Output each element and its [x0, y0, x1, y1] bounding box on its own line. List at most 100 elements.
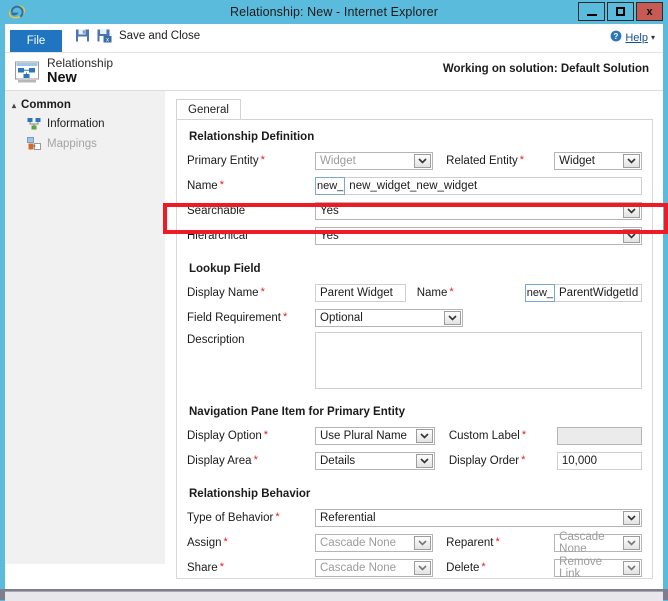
help-button[interactable]: ? Help ▾: [610, 30, 655, 45]
delete-select[interactable]: Remove Link: [554, 559, 642, 577]
lookup-name-group: new_ ParentWidgetId: [525, 284, 642, 302]
lookup-name-input[interactable]: ParentWidgetId: [555, 284, 642, 302]
share-value: Cascade None: [320, 562, 396, 574]
label-display-name: Display Name*: [187, 287, 315, 299]
maximize-icon: [616, 7, 625, 16]
save-and-close-icon[interactable]: x: [97, 28, 112, 43]
display-area-select[interactable]: Details: [315, 452, 435, 470]
assign-select[interactable]: Cascade None: [315, 534, 433, 552]
display-option-value: Use Plural Name: [320, 430, 407, 442]
label-display-order: Display Order*: [449, 455, 557, 467]
chevron-down-icon[interactable]: ▾: [651, 33, 655, 42]
help-icon: ?: [610, 30, 622, 45]
searchable-select[interactable]: Yes: [315, 202, 642, 220]
section-title-lookup-field: Lookup Field: [189, 263, 642, 275]
label-searchable: Searchable: [187, 205, 315, 217]
required-marker: *: [220, 179, 224, 191]
delete-value: Remove Link: [559, 556, 619, 579]
required-marker: *: [521, 454, 525, 466]
sidebar-item-label: Information: [47, 118, 105, 130]
maximize-button[interactable]: [607, 2, 634, 21]
chevron-down-icon[interactable]: [444, 311, 461, 325]
custom-label-input[interactable]: [557, 427, 642, 445]
solution-context-label: Working on solution: Default Solution: [443, 63, 649, 75]
primary-entity-select[interactable]: Widget: [315, 152, 433, 170]
label-description: Description: [187, 332, 315, 346]
relationship-entity-icon: [14, 59, 40, 85]
sidebar-item-information[interactable]: Information: [27, 117, 165, 131]
section-title-navigation-pane: Navigation Pane Item for Primary Entity: [189, 406, 642, 418]
chevron-down-icon[interactable]: [414, 561, 431, 575]
label-custom-label: Custom Label*: [449, 430, 557, 442]
related-entity-select[interactable]: Widget: [554, 152, 642, 170]
label-delete: Delete*: [446, 562, 554, 574]
label-field-requirement: Field Requirement*: [187, 312, 315, 324]
chevron-down-icon: ▴: [12, 101, 16, 110]
chevron-down-icon[interactable]: [623, 561, 640, 575]
label-related-entity: Related Entity*: [446, 155, 554, 167]
relationship-name-input[interactable]: new_widget_new_widget: [345, 177, 642, 195]
sidebar-group-common[interactable]: ▴ Common: [12, 99, 165, 111]
searchable-value: Yes: [320, 205, 339, 217]
svg-text:?: ?: [614, 32, 619, 41]
save-and-close-label[interactable]: Save and Close: [119, 30, 200, 42]
chevron-down-icon[interactable]: [623, 154, 640, 168]
file-tab[interactable]: File: [10, 30, 62, 52]
description-textarea[interactable]: [315, 332, 642, 389]
title-bar: Relationship: New - Internet Explorer x: [0, 0, 668, 24]
relationship-name-prefix: new_: [315, 177, 345, 195]
reparent-select[interactable]: Cascade None: [554, 534, 642, 552]
chevron-down-icon[interactable]: [623, 204, 640, 218]
minimize-button[interactable]: [578, 2, 605, 21]
relationship-icon: [27, 117, 41, 131]
svg-text:x: x: [106, 37, 109, 43]
help-label[interactable]: Help: [625, 32, 648, 44]
chevron-down-icon[interactable]: [416, 429, 433, 443]
tab-general[interactable]: General: [176, 99, 241, 119]
reparent-value: Cascade None: [559, 531, 619, 555]
row-type-of-behavior: Type of Behavior* Referential: [187, 507, 642, 529]
row-share-delete: Share* Cascade None Delete*: [187, 557, 642, 579]
type-of-behavior-value: Referential: [320, 512, 376, 524]
chevron-down-icon[interactable]: [416, 454, 433, 468]
display-name-input[interactable]: Parent Widget: [315, 284, 406, 302]
chevron-down-icon[interactable]: [414, 154, 431, 168]
save-icon[interactable]: [75, 28, 90, 43]
relationship-name-group: new_ new_widget_new_widget: [315, 177, 642, 195]
label-reparent: Reparent*: [446, 537, 554, 549]
row-assign-reparent: Assign* Cascade None Reparent*: [187, 532, 642, 554]
display-option-select[interactable]: Use Plural Name: [315, 427, 435, 445]
field-requirement-select[interactable]: Optional: [315, 309, 463, 327]
label-display-option: Display Option*: [187, 430, 315, 442]
sidebar-item-label: Mappings: [47, 138, 97, 150]
close-button[interactable]: x: [636, 2, 663, 21]
required-marker: *: [481, 561, 485, 573]
page-title: New: [47, 70, 77, 86]
chevron-down-icon[interactable]: [414, 536, 431, 550]
section-title-relationship-definition: Relationship Definition: [189, 131, 642, 143]
chevron-down-icon[interactable]: [623, 511, 640, 525]
label-hierarchical: Hierarchical: [187, 230, 315, 242]
hierarchical-value: Yes: [320, 230, 339, 242]
hierarchical-select[interactable]: Yes: [315, 227, 642, 245]
share-select[interactable]: Cascade None: [315, 559, 433, 577]
label-lookup-name: Name*: [417, 287, 525, 299]
section-title-relationship-behavior: Relationship Behavior: [189, 488, 642, 500]
required-marker: *: [495, 536, 499, 548]
internet-explorer-icon: [8, 3, 26, 21]
form-panel: Relationship Definition Primary Entity* …: [176, 120, 653, 579]
required-marker: *: [520, 154, 524, 166]
row-display-name: Display Name* Parent Widget Name* new_ P…: [187, 282, 642, 304]
mappings-icon: [27, 137, 41, 151]
sidebar-item-mappings[interactable]: Mappings: [27, 137, 165, 151]
assign-value: Cascade None: [320, 537, 396, 549]
minimize-icon: [587, 14, 597, 16]
chevron-down-icon[interactable]: [623, 229, 640, 243]
required-marker: *: [254, 454, 258, 466]
chevron-down-icon[interactable]: [623, 536, 640, 550]
type-of-behavior-select[interactable]: Referential: [315, 509, 642, 527]
label-assign: Assign*: [187, 537, 315, 549]
sidebar-group-label: Common: [21, 99, 71, 111]
display-order-input[interactable]: 10,000: [557, 452, 642, 470]
row-field-requirement: Field Requirement* Optional: [187, 307, 642, 329]
